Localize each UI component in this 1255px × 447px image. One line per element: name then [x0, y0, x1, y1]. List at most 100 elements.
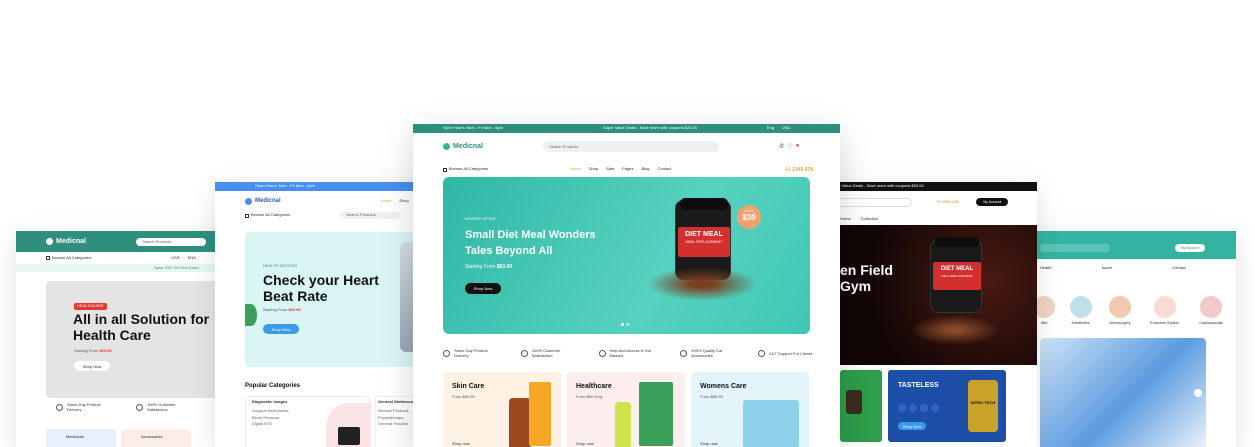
header: Medicnal Search Products ⚲ ✆ ♡ ● [443, 139, 813, 153]
wishlist-icon[interactable]: ♡ [787, 143, 792, 150]
delivery-icon [56, 403, 63, 411]
circle-cardiovascular[interactable]: Cardiovascular [1192, 296, 1230, 325]
product-box-image [529, 382, 551, 446]
category-title: Healthcare [576, 383, 612, 390]
hero-title-line1: Check your Heart [263, 272, 379, 288]
logo-icon [46, 238, 53, 245]
promo-banner[interactable]: TASTELESS Shop Now NITRO TECH [888, 370, 1006, 442]
tub-label-line2: MEAL REPLACEMENT [941, 274, 973, 278]
promo-shop-button-label: Shop Now [902, 423, 922, 429]
hero-title: Small Diet Meal Wonders Tales Beyond All [465, 227, 596, 259]
nav-item[interactable]: Contact [1172, 265, 1186, 271]
features-row: Same Day Product Delivery 100% Customer … [56, 401, 236, 413]
nav-shop[interactable]: Shop [589, 166, 598, 172]
category-title: Womens Care [700, 383, 747, 390]
bottom-card-label: Accessories [141, 434, 163, 439]
nav-shop[interactable]: Shop [399, 198, 408, 204]
nav-item[interactable]: Home [840, 216, 851, 222]
search-input[interactable]: Search Products [135, 237, 206, 246]
circle-label: Neurosurgery [1109, 321, 1131, 326]
browse-categories[interactable]: Browse All Categories [52, 255, 91, 261]
nav-home[interactable]: Home [570, 166, 581, 172]
price-badge-label: ONLY [744, 209, 754, 213]
feature-item: 24/7 Support For Clients [758, 349, 813, 357]
account-button[interactable]: My Account [1175, 244, 1205, 252]
hero-shop-button[interactable]: Shop Now [263, 324, 299, 334]
bottom-card[interactable]: Accessories [121, 429, 191, 447]
feature-item: Same Day Product Delivery [56, 402, 136, 412]
phone-number[interactable]: +1 1345 478 [785, 167, 813, 173]
circle-anesthetics[interactable]: Anesthetics [1066, 296, 1096, 325]
search-input[interactable]: Search Products [340, 212, 401, 219]
product-image [846, 390, 862, 414]
menu-icon[interactable] [443, 167, 447, 172]
category-shop-link[interactable]: Shop now [576, 441, 594, 447]
product-bottle-image [615, 402, 631, 447]
promo-shop-button[interactable]: Shop Now [898, 422, 926, 430]
category-card-healthcare[interactable]: Healthcare From $60 Only Shop now [567, 372, 685, 447]
hero-shop-button-label: Shop Now [82, 363, 102, 369]
currency-select[interactable]: USD [171, 255, 179, 261]
hero-price: $63.99 [99, 348, 112, 353]
feature-text: 24/7 Support For Clients [769, 350, 813, 356]
search-input[interactable] [1040, 244, 1110, 252]
menu-icon[interactable] [46, 256, 50, 260]
bottom-card[interactable]: Medicines [46, 429, 116, 447]
circle-image [1069, 296, 1092, 319]
product-card[interactable] [840, 370, 882, 442]
circle-label: Endocrine System [1150, 321, 1179, 326]
nav-item[interactable]: Health [1040, 265, 1052, 271]
account-button[interactable]: My Account [976, 198, 1009, 206]
search-input[interactable]: Search Products [542, 140, 719, 152]
hero-shop-button[interactable]: Shop Now [74, 361, 110, 371]
search-input[interactable] [830, 197, 912, 207]
nav-sale[interactable]: Sale [606, 166, 614, 172]
phone-number[interactable]: +1 1345 478 [936, 199, 958, 205]
logo-text[interactable]: Medicnal [255, 198, 281, 204]
product-tub-image: DIET MEAL MEAL REPLACEMENT [930, 237, 982, 313]
satisfaction-icon [520, 349, 528, 357]
logo-text[interactable]: Medicnal [56, 238, 86, 245]
hero-starting-label: Starting From [74, 348, 99, 353]
topbar-currency[interactable]: USD [782, 125, 790, 131]
nav-item[interactable]: Nurse [1102, 265, 1113, 271]
category-shop-link[interactable]: Shop now [700, 441, 718, 447]
hero-shop-button[interactable]: Shop Now [465, 283, 501, 294]
phone-icon[interactable]: ✆ [779, 143, 784, 150]
logo-text[interactable]: Medicnal [453, 143, 483, 150]
tub-label-line1: DIET MEAL [940, 266, 974, 272]
arrow-right-icon[interactable] [1194, 389, 1202, 397]
category-card-womens-care[interactable]: Womens Care From $80.99 Shop now [691, 372, 809, 447]
slider-dots[interactable] [621, 323, 629, 326]
feature-item: Same Day Product Delivery [443, 348, 498, 358]
cart-icon[interactable]: ● [796, 143, 800, 149]
browse-categories[interactable]: Browse All Categories [251, 212, 290, 218]
circle-image [1109, 296, 1131, 319]
tub-lid [935, 237, 979, 247]
feature-item: 100% Customer Satisfaction [136, 402, 216, 412]
slider-dot[interactable] [621, 323, 624, 326]
nav-contact[interactable]: Contact [658, 166, 672, 172]
nav-pages[interactable]: Pages [622, 166, 633, 172]
circle-endocrine[interactable]: Endocrine System [1145, 296, 1185, 325]
circle-neurosurgery[interactable]: Neurosurgery [1103, 296, 1137, 325]
hero-price: $63.99 [288, 307, 301, 312]
quality-icon [680, 349, 688, 357]
language-select[interactable]: ENG [188, 255, 197, 261]
price-badge-value: $30 [742, 213, 756, 222]
category-box[interactable]: Diagnostic Images Surgical Instruments B… [245, 396, 371, 447]
category-shop-link[interactable]: Shop now [452, 441, 470, 447]
promo-title: TASTELESS [898, 382, 939, 389]
nav-item[interactable]: Collection [861, 216, 879, 222]
menu-icon[interactable] [245, 213, 249, 218]
circle-label: Anesthetics [1071, 321, 1090, 326]
nav-home[interactable]: Home [381, 198, 392, 204]
hero-banner: HEALTHCARE All in all Solution for Healt… [46, 281, 236, 398]
topbar-language[interactable]: Eng [767, 125, 774, 131]
browse-categories[interactable]: Browse All Categories [449, 166, 488, 172]
category-card-skin-care[interactable]: Skin Care From $60.99 Shop now [443, 372, 561, 447]
nav-blog[interactable]: Blog [642, 166, 650, 172]
nav-bar: Browse All Categories Home Shop Sale Pag… [443, 165, 813, 174]
powder-splash-image [910, 315, 1000, 345]
slider-dot[interactable] [626, 323, 629, 326]
